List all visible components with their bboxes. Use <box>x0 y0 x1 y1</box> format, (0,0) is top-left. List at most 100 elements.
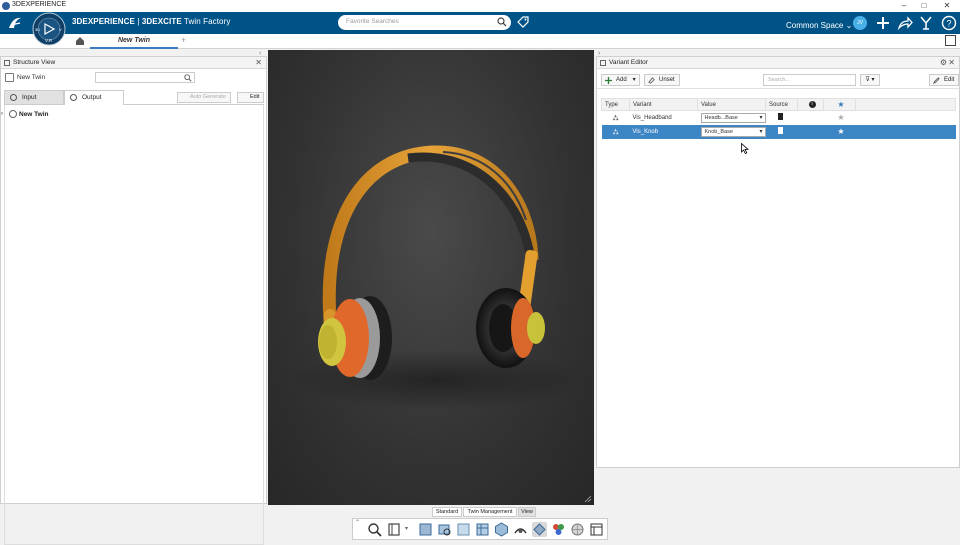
3d-viewport[interactable] <box>268 50 594 505</box>
twin-icon <box>5 73 14 82</box>
twin-name: New Twin <box>5 73 45 82</box>
chevron-down-icon: ⌄ <box>845 21 853 30</box>
cube-front-icon[interactable] <box>475 522 490 537</box>
tag-icon[interactable] <box>517 16 529 28</box>
col-value[interactable]: Value <box>697 98 766 111</box>
render-icon[interactable] <box>532 522 547 537</box>
tree-root[interactable]: › New Twin <box>1 110 49 118</box>
compass-3d-label: 3D <box>35 27 41 32</box>
edit-button[interactable]: Edit <box>929 74 960 86</box>
globe-icon[interactable] <box>570 522 585 537</box>
favorite-search-input[interactable]: Favorite Searches <box>338 15 511 30</box>
edit-button[interactable]: Edit <box>237 92 265 103</box>
tab-bar: New Twin + <box>0 34 960 49</box>
close-icon[interactable]: ✕ <box>948 57 955 69</box>
window-title: 3DEXPERIENCE <box>12 1 67 8</box>
palette-icon[interactable] <box>551 522 566 537</box>
tab-view[interactable]: View <box>518 507 536 517</box>
input-icon <box>10 94 17 101</box>
value-cell[interactable]: Headb...Base <box>698 111 766 125</box>
favorite-star-icon[interactable]: ★ <box>823 124 856 139</box>
help-icon[interactable]: ? <box>941 15 957 31</box>
twin-node-icon <box>9 110 17 118</box>
tab-standard[interactable]: Standard <box>432 507 462 517</box>
fit-all-icon[interactable] <box>418 522 433 537</box>
minimize-button[interactable]: – <box>894 0 914 12</box>
search-icon[interactable] <box>184 74 192 82</box>
col-info[interactable]: i <box>797 98 824 111</box>
filter-icon[interactable]: ⊽ ▾ <box>860 74 880 86</box>
variant-table: Type Variant Value Source i ★ ⛼ Vis_Head… <box>601 98 956 139</box>
star-icon: ★ <box>837 100 845 109</box>
compass-version: V.R <box>45 38 53 43</box>
variant-editor-header: Variant Editor ⚙ ✕ <box>597 57 959 69</box>
structure-view-panel: Structure View ✕ New Twin Input Output A… <box>0 56 267 545</box>
info-cell <box>797 124 824 139</box>
auto-generate-button[interactable]: Auto Generate <box>177 92 231 103</box>
value-dropdown[interactable]: Headb...Base <box>700 112 766 123</box>
variant-editor-title: Variant Editor <box>609 59 648 66</box>
close-window-button[interactable]: ✕ <box>937 0 957 12</box>
eraser-icon <box>648 77 655 84</box>
variant-editor-panel: Variant Editor ⚙ ✕ Add ▾ Unset Search...… <box>596 56 960 468</box>
variant-search-input[interactable]: Search... <box>763 74 856 86</box>
favorite-star-icon[interactable]: ★ <box>824 111 856 125</box>
col-spacer <box>855 98 956 111</box>
value-cell[interactable]: Knob_Base <box>697 124 766 139</box>
info-cell <box>798 111 824 125</box>
fit-icon[interactable] <box>437 522 452 537</box>
spacer-cell <box>856 111 956 125</box>
chevron-up-icon[interactable]: ⌃ <box>355 519 360 526</box>
space-selector[interactable]: Common Space ⌄ <box>786 21 852 30</box>
plus-icon[interactable] <box>875 15 891 31</box>
close-icon[interactable]: ✕ <box>255 57 262 69</box>
structure-view-header: Structure View ✕ <box>1 57 266 69</box>
dropdown-chevron-icon[interactable]: ▾ <box>405 525 408 532</box>
col-source[interactable]: Source <box>765 98 798 111</box>
pencil-icon <box>933 77 940 84</box>
home-icon[interactable] <box>75 36 85 46</box>
compass-v-label: V <box>59 27 62 32</box>
value-dropdown[interactable]: Knob_Base <box>700 126 766 137</box>
source-icon[interactable] <box>766 111 798 125</box>
ds-logo-icon[interactable] <box>7 15 23 31</box>
source-icon[interactable] <box>765 124 798 139</box>
view-icon[interactable] <box>456 522 471 537</box>
tab-output[interactable]: Output <box>64 90 124 105</box>
action-bar: ⌃ ▾ <box>352 518 608 540</box>
maximize-button[interactable]: □ <box>914 0 934 12</box>
expand-icon[interactable] <box>945 35 956 46</box>
tab-input[interactable]: Input <box>4 90 64 105</box>
table-row-selected[interactable]: ⛼ Vis_Knob Knob_Base ★ <box>601 124 956 139</box>
add-tab-button[interactable]: + <box>181 35 186 45</box>
book-icon[interactable] <box>387 522 402 537</box>
col-favorite[interactable]: ★ <box>823 98 856 111</box>
structure-tree-area <box>4 105 264 545</box>
structure-search-input[interactable] <box>95 72 195 83</box>
share-icon[interactable] <box>897 15 913 31</box>
variant-editor-icon <box>600 60 606 66</box>
resize-handle-icon[interactable] <box>584 495 592 503</box>
panel-icon[interactable] <box>589 522 604 537</box>
col-variant[interactable]: Variant <box>629 98 698 111</box>
add-button[interactable]: Add ▾ <box>601 74 640 86</box>
output-icon <box>70 94 77 101</box>
table-header-row: Type Variant Value Source i ★ <box>601 98 956 111</box>
col-type[interactable]: Type <box>601 98 630 111</box>
tab-twin-management[interactable]: Twin Management <box>463 507 517 517</box>
variant-type-icon: ⛼ <box>612 112 619 122</box>
search-icon[interactable] <box>497 17 507 27</box>
tools-icon[interactable] <box>918 15 934 31</box>
unset-button[interactable]: Unset <box>644 74 680 86</box>
variant-toolbar: Add ▾ Unset Search... ⊽ ▾ Edit <box>597 71 960 89</box>
zoom-icon[interactable] <box>367 522 382 537</box>
walk-icon[interactable] <box>513 522 528 537</box>
compass-widget[interactable]: 3D V V.R <box>32 12 66 48</box>
cube-iso-icon[interactable] <box>494 522 509 537</box>
table-row[interactable]: ⛼ Vis_Headband Headb...Base ★ <box>602 111 956 125</box>
avatar[interactable]: JV <box>853 16 867 30</box>
app-icon <box>2 2 10 10</box>
expand-caret-icon[interactable]: › <box>1 111 3 117</box>
settings-gear-icon[interactable]: ⚙ <box>940 57 947 69</box>
tab-new-twin[interactable]: New Twin <box>90 34 178 49</box>
